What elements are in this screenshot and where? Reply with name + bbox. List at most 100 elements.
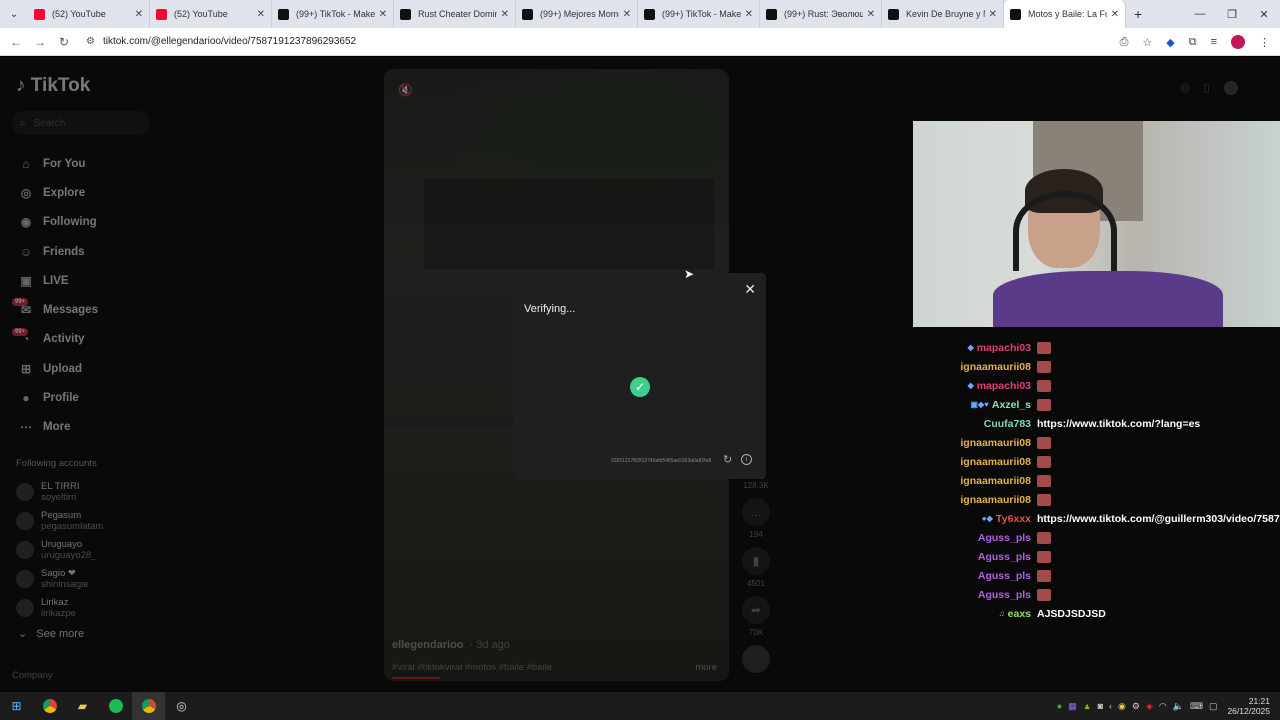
chat-username[interactable]: ignaamaurii08 (960, 456, 1031, 468)
nvidia-tray-icon[interactable]: ▲ (1083, 701, 1092, 711)
tab-search-icon[interactable]: ⌄ (0, 0, 28, 28)
chat-username[interactable]: ignaamaurii08 (960, 494, 1031, 506)
chat-message: ●◆ Ту6xxx (982, 509, 1035, 528)
chat-emote-icon (1037, 550, 1051, 563)
chat-emote-icon (1037, 493, 1051, 506)
restore-icon[interactable]: ❐ (1216, 0, 1248, 28)
spotify-tray-icon[interactable]: ● (1057, 701, 1062, 711)
window-controls: — ❐ ✕ (1184, 0, 1280, 28)
browser-tab[interactable]: Kevin De Bruyne y M ✕ (882, 0, 1004, 28)
chrome-active-icon[interactable] (132, 692, 165, 720)
chat-text[interactable]: https://www.tiktok.com/@guillerm303/vide… (1037, 513, 1280, 525)
tab-close-icon[interactable]: ✕ (257, 9, 265, 20)
chat-message: Cuufa783 (984, 414, 1035, 433)
reload-icon[interactable]: ↻ (52, 35, 76, 49)
close-icon[interactable]: ✕ (744, 281, 756, 298)
chat-username[interactable]: Aguss_pls (978, 570, 1031, 582)
chat-username[interactable]: ignaamaurii08 (960, 475, 1031, 487)
chat-text[interactable]: https://www.tiktok.com/?lang=es (1037, 418, 1200, 430)
spotify-icon[interactable] (99, 692, 132, 720)
bookmark-star-icon[interactable]: ☆ (1142, 36, 1152, 49)
browser-tab[interactable]: Rust Cheater Domine ✕ (394, 0, 516, 28)
chat-message: ◆ mapachi03 (968, 338, 1035, 357)
url-text[interactable]: tiktok.com/@ellegendarioo/video/75871912… (103, 36, 356, 47)
chat-username[interactable]: eaxs (1008, 608, 1031, 620)
chat-emote-icon (1037, 360, 1051, 373)
chat-username[interactable]: Aguss_pls (978, 532, 1031, 544)
forward-icon[interactable]: → (28, 35, 52, 49)
minimize-icon[interactable]: — (1184, 0, 1216, 28)
tab-close-icon[interactable]: ✕ (745, 9, 753, 20)
chat-username[interactable]: Aguss_pls (978, 589, 1031, 601)
tab-close-icon[interactable]: ✕ (867, 9, 875, 20)
obs-icon[interactable]: ◎ (165, 692, 198, 720)
browser-menu-icon[interactable]: ⋮ (1259, 36, 1270, 49)
chat-emote-icon (1037, 436, 1051, 449)
profile-avatar[interactable] (1231, 35, 1245, 49)
site-info-icon[interactable]: ⚙ (86, 36, 95, 47)
wifi-icon[interactable]: ◠ (1159, 701, 1167, 712)
update-tray-icon[interactable]: ◉ (1118, 701, 1126, 712)
tab-close-icon[interactable]: ✕ (135, 9, 143, 20)
chevron-tray-icon[interactable]: ‹ (1109, 701, 1112, 711)
extensions-icon[interactable]: ⧉ (1189, 36, 1197, 49)
chat-username[interactable]: ignaamaurii08 (960, 361, 1031, 373)
close-window-icon[interactable]: ✕ (1248, 0, 1280, 28)
chat-emote-icon (1037, 569, 1051, 582)
browser-tab[interactable]: (99+) TikTok - Make Y ✕ (638, 0, 760, 28)
chat-badge-icon: ◆ (967, 381, 974, 390)
chat-username[interactable]: mapachi03 (977, 380, 1031, 392)
system-tray: ● ▦ ▲ ◙ ‹ ◉ ⚙ ◈ ◠ 🔈 ⌨ ▢ 21:21 26/12/2025 (1057, 692, 1270, 720)
file-explorer-icon[interactable]: ▰ (66, 692, 99, 720)
browser-tab-bar: ⌄ (52) YouTube ✕ (52) YouTube ✕ (99+) TikTok… (0, 0, 1280, 28)
chat-username[interactable]: ignaamaurii08 (960, 437, 1031, 449)
browser-tab[interactable]: (99+) TikTok - Make Y ✕ (272, 0, 394, 28)
browser-tab[interactable]: (52) YouTube ✕ (28, 0, 150, 28)
tab-close-icon[interactable]: ✕ (623, 9, 631, 20)
chat-message: Aguss_pls (978, 566, 1035, 585)
verification-code: 20251227f02f13740afd5465ae5363a0a82fe8 (611, 458, 712, 464)
chat-text[interactable]: AJSDJSDJSD (1037, 608, 1106, 620)
language-icon[interactable]: ⌨ (1190, 701, 1203, 712)
new-tab-button[interactable]: + (1134, 6, 1142, 22)
clock[interactable]: 21:21 26/12/2025 (1227, 696, 1270, 716)
extension-shield-icon[interactable]: ◆ (1166, 36, 1174, 49)
chat-username[interactable]: Cuufa783 (984, 418, 1031, 430)
network-tray-icon[interactable]: ⚙ (1132, 701, 1140, 712)
tab-title: (99+) Mejores Momen (540, 9, 619, 19)
tab-close-icon[interactable]: ✕ (379, 9, 387, 20)
tab-close-icon[interactable]: ✕ (501, 9, 509, 20)
chat-username[interactable]: Axzel_s (992, 399, 1031, 411)
browser-tab[interactable]: (99+) Rust: Эволюци ✕ (760, 0, 882, 28)
volume-icon[interactable]: 🔈 (1173, 701, 1184, 712)
chat-username[interactable]: Aguss_pls (978, 551, 1031, 563)
tab-close-icon[interactable]: ✕ (1111, 9, 1119, 20)
notifications-icon[interactable]: ▢ (1209, 701, 1218, 712)
refresh-icon[interactable]: ↻ (723, 453, 732, 466)
chat-badge-icon: ▣◆♥ (970, 400, 989, 409)
tab-title: (99+) TikTok - Make Y (662, 9, 741, 19)
browser-tab[interactable]: (52) YouTube ✕ (150, 0, 272, 28)
chat-username[interactable]: mapachi03 (977, 342, 1031, 354)
chat-message: ignaamaurii08 (960, 471, 1035, 490)
info-icon[interactable]: i (741, 454, 752, 465)
tiktok-icon (766, 8, 777, 20)
back-icon[interactable]: ← (4, 35, 28, 49)
browser-tab[interactable]: (99+) Mejores Momen ✕ (516, 0, 638, 28)
app-tray-icon[interactable]: ▦ (1068, 701, 1077, 712)
tab-close-icon[interactable]: ✕ (989, 9, 997, 20)
chat-username[interactable]: Ту6xxx (996, 513, 1031, 525)
security-tray-icon[interactable]: ◈ (1146, 701, 1153, 712)
url-field[interactable]: ⚙ tiktok.com/@ellegendarioo/video/758719… (86, 36, 356, 47)
chat-emote-icon (1037, 341, 1051, 354)
youtube-icon (156, 8, 167, 20)
tiktok-icon (278, 8, 289, 20)
windows-start-icon[interactable]: ⊞ (0, 692, 33, 720)
reading-list-icon[interactable]: ≡ (1211, 36, 1217, 48)
chrome-icon[interactable] (33, 692, 66, 720)
tiktok-page: ♪ TikTok ⌕ Search ⌂ For You ◎ Explore ◉ Follo… (0, 57, 1280, 692)
install-app-icon[interactable]: ⎙ (1120, 36, 1129, 49)
discord-tray-icon[interactable]: ◙ (1098, 701, 1103, 711)
browser-tab[interactable]: Motos y Baile: La Fu ✕ (1004, 0, 1126, 28)
chat-emote-icon (1037, 379, 1051, 392)
